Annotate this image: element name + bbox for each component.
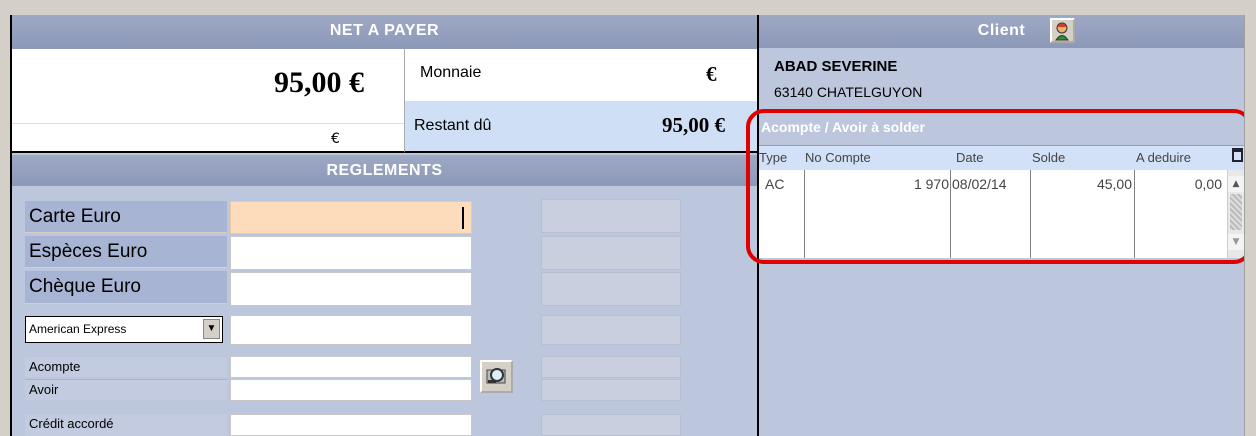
cheque-euro-input[interactable] bbox=[230, 272, 472, 306]
disabled-field bbox=[541, 414, 681, 436]
client-header: Client bbox=[759, 15, 1244, 48]
card-type-dropdown[interactable]: American Express ▼ bbox=[25, 316, 223, 343]
carte-euro-label: Carte Euro bbox=[25, 201, 227, 233]
net-currency-symbol: € bbox=[331, 131, 340, 147]
acompte-input[interactable] bbox=[230, 356, 472, 378]
carte-euro-input[interactable] bbox=[230, 201, 472, 234]
monnaie-label: Monnaie bbox=[420, 64, 482, 81]
disabled-field bbox=[541, 236, 681, 270]
text-cursor bbox=[462, 207, 464, 229]
reglements-header: REGLEMENTS bbox=[12, 155, 757, 186]
disabled-field bbox=[541, 356, 681, 378]
payment-search-icon bbox=[486, 368, 506, 384]
window-edge bbox=[1244, 15, 1256, 436]
restant-label: Restant dû bbox=[414, 117, 492, 134]
client-profile-button[interactable] bbox=[1050, 18, 1075, 43]
acompte-label: Acompte bbox=[25, 357, 227, 377]
net-amount-value: 95,00 € bbox=[274, 66, 364, 99]
especes-euro-label: Espèces Euro bbox=[25, 236, 227, 268]
chevron-down-icon[interactable]: ▼ bbox=[203, 319, 220, 339]
credit-accorde-input[interactable] bbox=[230, 414, 472, 436]
highlight-annotation bbox=[746, 109, 1252, 264]
client-name: ABAD SEVERINE bbox=[774, 58, 898, 75]
cheque-euro-label: Chèque Euro bbox=[25, 271, 227, 304]
card-type-selected: American Express bbox=[29, 322, 127, 336]
especes-euro-input[interactable] bbox=[230, 236, 472, 270]
avoir-label: Avoir bbox=[25, 379, 227, 400]
disabled-field bbox=[541, 272, 681, 306]
restant-value: 95,00 € bbox=[662, 113, 725, 137]
monnaie-currency: € bbox=[706, 62, 717, 86]
disabled-field bbox=[541, 315, 681, 345]
disabled-field bbox=[541, 379, 681, 401]
avoir-input[interactable] bbox=[230, 379, 472, 401]
client-city: 63140 CHATELGUYON bbox=[774, 84, 923, 100]
client-header-label: Client bbox=[977, 22, 1026, 39]
card-type-input[interactable] bbox=[230, 315, 472, 345]
disabled-field bbox=[541, 199, 681, 233]
person-icon bbox=[1055, 22, 1069, 41]
client-search-button[interactable] bbox=[480, 360, 513, 393]
credit-accorde-label: Crédit accordé bbox=[25, 414, 227, 436]
net-amount-line bbox=[12, 123, 404, 124]
net-a-payer-header: NET A PAYER bbox=[12, 15, 757, 49]
